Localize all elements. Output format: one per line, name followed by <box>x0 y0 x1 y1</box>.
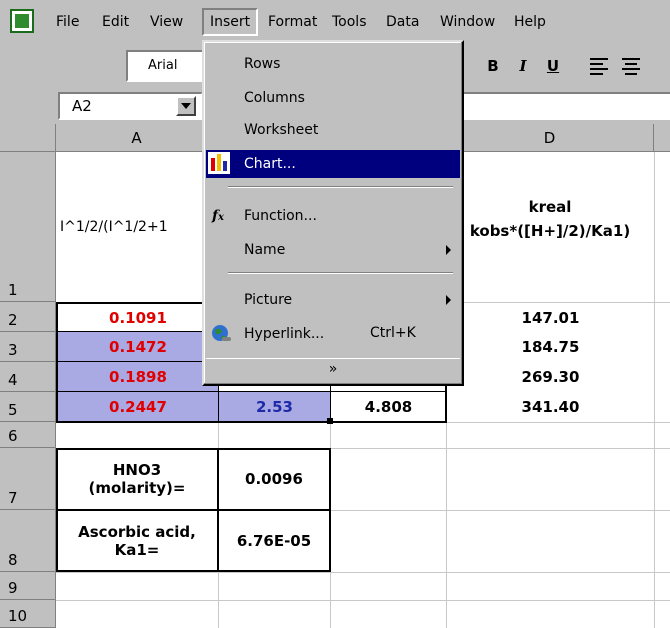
row-header-1[interactable]: 1 <box>0 152 56 302</box>
column-header-a[interactable]: A <box>56 124 218 152</box>
cell-a2[interactable]: 0.1091 <box>58 304 218 332</box>
menu-item-chart-label: Chart... <box>244 156 296 172</box>
align-left-icon[interactable] <box>590 58 608 75</box>
menu-item-picture[interactable]: Picture <box>206 286 460 314</box>
menu-item-name[interactable]: Name <box>206 236 460 264</box>
row-divider <box>56 509 331 511</box>
italic-button[interactable]: I <box>508 50 538 82</box>
expand-menu-chevron[interactable]: » <box>206 358 460 380</box>
column-header-d[interactable]: D <box>446 124 654 152</box>
menu-window[interactable]: Window <box>434 8 501 36</box>
menu-view[interactable]: View <box>144 8 189 36</box>
menu-separator <box>228 272 453 274</box>
row-header-6[interactable]: 6 <box>0 422 56 448</box>
menu-item-columns[interactable]: Columns <box>206 84 460 112</box>
cell-d1[interactable]: kreal kobs*([H+]/2)/Ka1) <box>446 152 654 302</box>
row-header-3[interactable]: 3 <box>0 332 56 362</box>
select-all-corner[interactable] <box>0 124 56 152</box>
name-box-dropdown-icon[interactable] <box>176 96 196 116</box>
cell-b7[interactable]: 0.0096 <box>219 450 329 508</box>
menu-tools[interactable]: Tools <box>326 8 373 36</box>
cell-d3[interactable]: 184.75 <box>447 332 654 362</box>
column-header-e[interactable] <box>654 124 670 152</box>
cell-d4[interactable]: 269.30 <box>447 362 654 392</box>
cell-d1-line1: kreal <box>528 198 572 216</box>
cell-c5[interactable]: 4.808 <box>331 392 446 421</box>
row-header-5[interactable]: 5 <box>0 392 56 422</box>
cell-d2[interactable]: 147.01 <box>447 304 654 332</box>
row-header-2[interactable]: 2 <box>0 302 56 332</box>
row-header-10[interactable]: 10 <box>0 600 56 628</box>
row-header-9[interactable]: 9 <box>0 572 56 600</box>
row-header-7[interactable]: 7 <box>0 448 56 510</box>
cell-a5[interactable]: 0.2447 <box>58 392 218 421</box>
hyperlink-shortcut: Ctrl+K <box>370 325 416 341</box>
cell-a7[interactable]: HNO3 (molarity)= <box>58 450 216 508</box>
menu-item-worksheet[interactable]: Worksheet <box>206 116 460 144</box>
cell-b8[interactable]: 6.76E-05 <box>219 512 329 570</box>
cell-a3[interactable]: 0.1472 <box>58 332 218 362</box>
cell-a1[interactable]: I^1/2/(I^1/2+1 <box>56 152 218 302</box>
menu-edit[interactable]: Edit <box>96 8 135 36</box>
cell-a4[interactable]: 0.1898 <box>58 362 218 392</box>
underline-button[interactable]: U <box>538 50 568 82</box>
menu-separator <box>228 186 453 188</box>
row-header-8[interactable]: 8 <box>0 510 56 572</box>
cell-d1-line2: kobs*([H+]/2)/Ka1) <box>469 222 631 240</box>
excel-app-icon[interactable] <box>10 9 34 33</box>
formula-input[interactable] <box>462 92 670 120</box>
menu-data[interactable]: Data <box>380 8 425 36</box>
align-center-icon[interactable] <box>622 58 640 75</box>
menu-item-chart[interactable]: Chart... <box>206 150 460 178</box>
globe-link-icon <box>212 325 231 341</box>
fill-handle[interactable] <box>327 418 333 424</box>
menu-file[interactable]: File <box>50 8 85 36</box>
gridline <box>56 572 670 573</box>
menu-item-hyperlink[interactable]: Hyperlink... <box>206 320 460 348</box>
cell-d5[interactable]: 341.40 <box>447 392 654 421</box>
menu-item-rows[interactable]: Rows <box>206 50 460 78</box>
gridline <box>654 152 655 628</box>
cell-b5[interactable]: 2.53 <box>219 392 330 421</box>
row-divider <box>56 391 447 392</box>
gridline <box>56 600 670 601</box>
menu-bar: File Edit View Insert Format Tools Data … <box>0 0 670 42</box>
submenu-arrow-icon <box>446 245 451 255</box>
function-icon: fx <box>212 208 224 224</box>
menu-item-function[interactable]: Function... <box>206 202 460 230</box>
submenu-arrow-icon <box>446 295 451 305</box>
row-header-4[interactable]: 4 <box>0 362 56 392</box>
bold-button[interactable]: B <box>478 50 508 82</box>
cell-a8[interactable]: Ascorbic acid, Ka1= <box>58 512 216 570</box>
chart-wizard-icon <box>208 152 230 174</box>
menu-insert[interactable]: Insert <box>202 8 259 36</box>
menu-help[interactable]: Help <box>508 8 552 36</box>
menu-format[interactable]: Format <box>262 8 323 36</box>
font-name-box[interactable]: Arial <box>126 50 206 82</box>
